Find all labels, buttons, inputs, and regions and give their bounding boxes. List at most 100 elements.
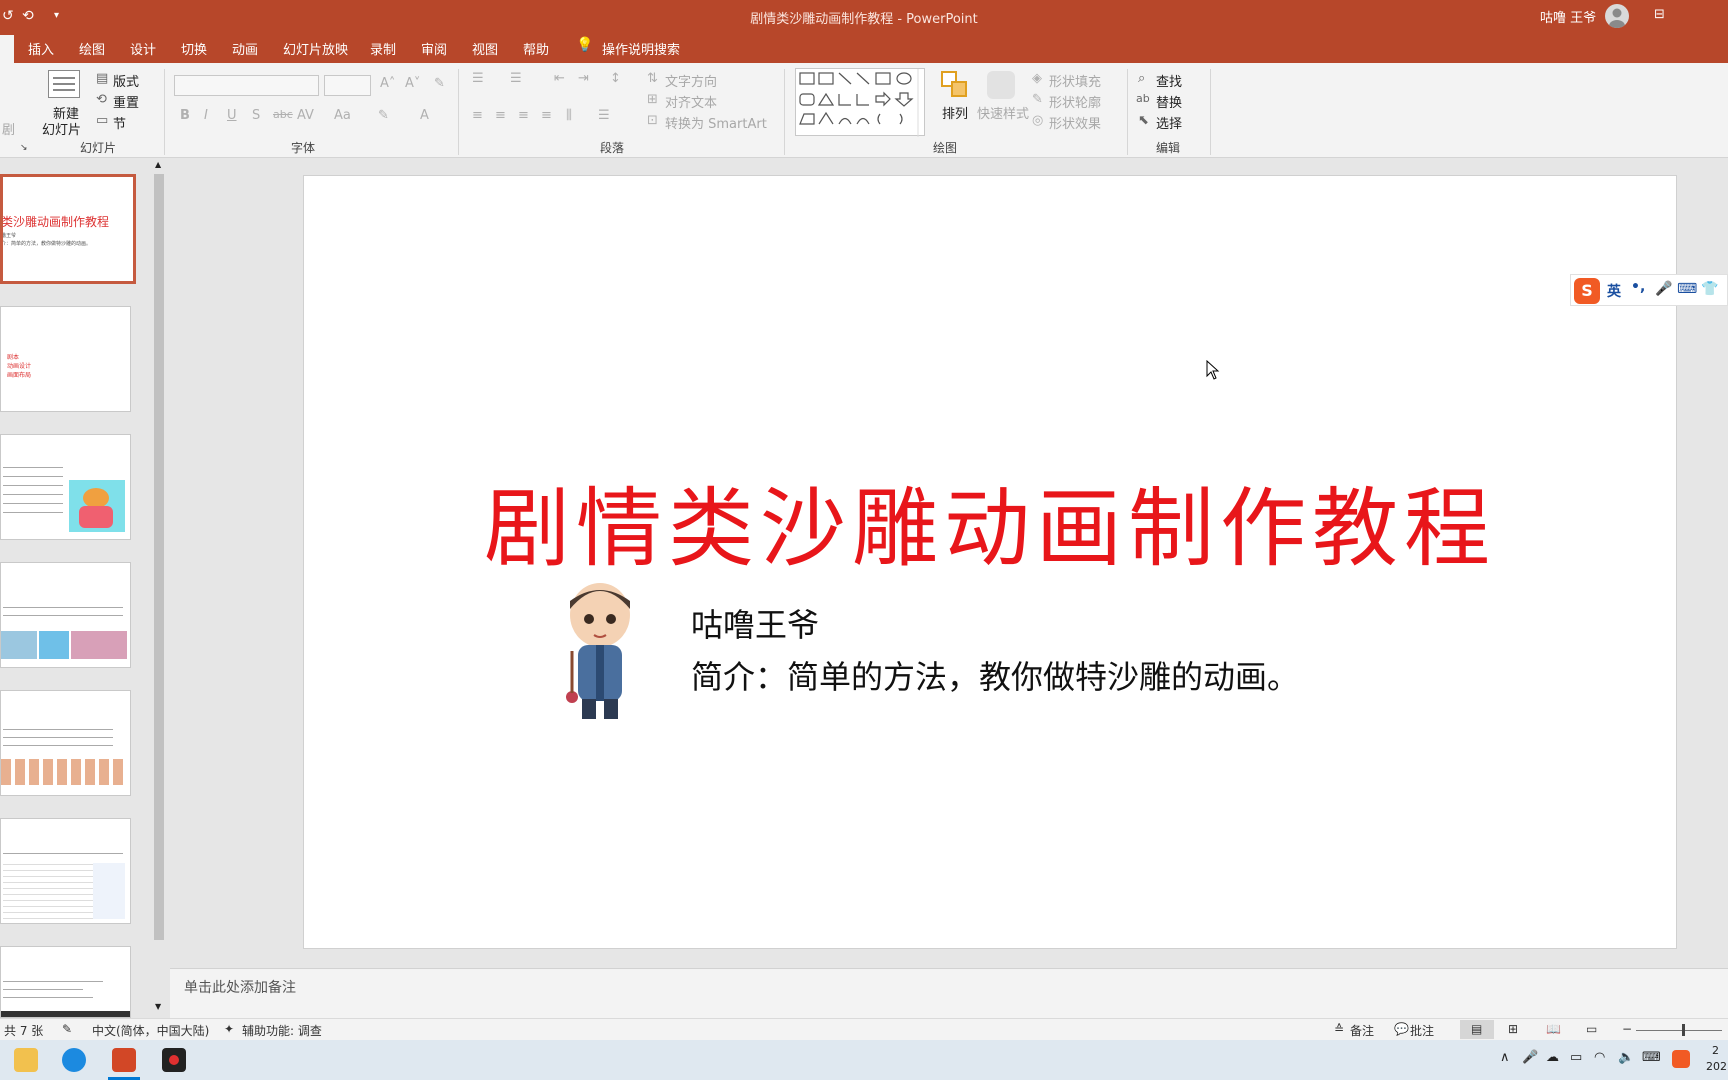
scroll-up-icon[interactable]: ▲ [155,160,161,169]
underline-button[interactable]: U [227,108,237,123]
highlight-icon[interactable]: ✎ [378,108,389,123]
keyboard-icon[interactable]: ⌨ [1677,281,1697,297]
sogou-logo-icon[interactable]: S [1574,278,1600,304]
notes-pane[interactable]: 单击此处添加备注 [170,968,1728,1018]
ime-punctuation-toggle[interactable]: •, [1631,279,1645,295]
font-family-dropdown[interactable] [174,75,319,96]
zoom-slider-thumb[interactable] [1682,1024,1685,1036]
decrease-font-icon[interactable]: A˅ [405,76,420,91]
align-left-icon[interactable]: ≡ [472,108,483,123]
text-direction-button[interactable]: 文字方向 [665,71,717,90]
notes-toggle-button[interactable]: 备注 [1350,1022,1374,1039]
tab-view[interactable]: 视图 [472,39,498,58]
new-slide-icon[interactable] [48,70,80,98]
tell-me-search[interactable]: 操作说明搜索 [602,39,680,58]
skin-icon[interactable]: 👕 [1701,281,1718,297]
section-button[interactable]: 节 [113,113,126,132]
arrange-button[interactable]: 排列 [942,103,968,122]
shape-outline-button[interactable]: 形状轮廓 [1049,92,1101,111]
line-spacing-icon[interactable]: ↕ [610,71,621,86]
battery-icon[interactable]: ▭ [1570,1050,1582,1065]
slide-thumbnail-6[interactable] [0,818,131,924]
slide-author[interactable]: 咕噜王爷 [691,600,819,646]
spelling-check-icon[interactable]: ✎ [62,1022,72,1036]
slide-description[interactable]: 简介：简单的方法，教你做特沙雕的动画。 [691,652,1299,698]
shape-effects-button[interactable]: 形状效果 [1049,113,1101,132]
edge-browser-icon[interactable] [62,1048,86,1072]
sogou-tray-icon[interactable] [1672,1050,1690,1068]
comments-button[interactable]: 批注 [1410,1022,1434,1039]
strikethrough-button[interactable]: abc [273,108,293,121]
distribute-icon[interactable]: ⫼ [566,108,572,123]
clock-time[interactable]: 2 [1712,1044,1719,1057]
wifi-icon[interactable]: ◠ [1594,1050,1605,1065]
tab-insert[interactable]: 插入 [28,39,54,58]
tab-draw[interactable]: 绘图 [79,39,105,58]
tab-home-edge[interactable] [0,35,14,63]
change-case-button[interactable]: Aa [334,108,351,123]
shape-fill-button[interactable]: 形状填充 [1049,71,1101,90]
slide-thumbnail-5[interactable] [0,690,131,796]
convert-smartart-button[interactable]: 转换为 SmartArt [665,113,767,132]
tab-animations[interactable]: 动画 [232,39,258,58]
slide-sorter-icon[interactable]: ⊞ [1508,1022,1518,1036]
zoom-slider[interactable] [1636,1030,1722,1031]
accessibility-status[interactable]: 辅助功能: 调查 [242,1022,322,1039]
reset-button[interactable]: 重置 [113,92,139,111]
screen-recorder-icon[interactable] [162,1048,186,1072]
tab-transitions[interactable]: 切换 [181,39,207,58]
layout-button[interactable]: 版式 [113,71,139,90]
clock-date[interactable]: 202 [1706,1060,1727,1073]
microphone-icon[interactable]: 🎤 [1655,281,1672,297]
avatar[interactable] [1605,4,1629,28]
tab-review[interactable]: 审阅 [421,39,447,58]
input-method-tray-icon[interactable]: ⌨ [1642,1050,1661,1065]
volume-icon[interactable]: 🔈 [1618,1050,1634,1065]
font-size-dropdown[interactable] [324,75,371,96]
character-spacing-button[interactable]: AV [297,108,314,123]
microphone-tray-icon[interactable]: 🎤 [1522,1050,1538,1065]
columns-icon[interactable]: ☰ [598,108,610,123]
slide-thumbnail-7[interactable] [0,946,131,1018]
ime-toolbar[interactable]: S 英 •, 🎤 ⌨ 👕 [1570,274,1728,306]
file-explorer-icon[interactable] [14,1048,38,1072]
show-hidden-icons-icon[interactable]: ∧ [1500,1050,1510,1065]
slide-thumbnail-4[interactable] [0,562,131,668]
replace-button[interactable]: 替换 [1156,92,1182,111]
increase-indent-icon[interactable]: ⇥ [578,71,589,86]
language-status[interactable]: 中文(简体，中国大陆) [92,1022,209,1039]
slide-thumbnail-2[interactable]: 剧本 动画设计 画面布局 [0,306,131,412]
font-color-button[interactable]: A [420,108,429,123]
tab-design[interactable]: 设计 [130,39,156,58]
zoom-out-icon[interactable]: − [1622,1022,1632,1036]
user-name[interactable]: 咕噜 王爷 [1540,7,1596,26]
thumbnail-scrollbar[interactable]: ▲ ▼ [151,158,167,1018]
increase-font-icon[interactable]: A˄ [380,76,395,91]
reading-view-icon[interactable]: 📖 [1546,1022,1561,1036]
ime-language-toggle[interactable]: 英 [1607,281,1621,301]
shapes-gallery[interactable] [795,68,925,137]
slide-thumbnail-1[interactable]: 类沙雕动画制作教程 噜王爷 介：简单的方法，教你做特沙雕的动画。 [0,174,136,284]
justify-icon[interactable]: ≡ [541,108,552,123]
clear-format-icon[interactable]: ✎ [434,76,445,91]
align-center-icon[interactable]: ≡ [495,108,506,123]
select-button[interactable]: 选择 [1156,113,1182,132]
align-right-icon[interactable]: ≡ [518,108,529,123]
decrease-indent-icon[interactable]: ⇤ [554,71,565,86]
italic-button[interactable]: I [204,108,208,123]
dialog-launcher-icon[interactable]: ↘ [20,143,28,153]
shadow-button[interactable]: S [252,108,260,123]
ribbon-display-options-icon[interactable]: ⊟ [1654,7,1665,22]
slideshow-view-icon[interactable]: ▭ [1586,1022,1597,1036]
new-slide-button-label[interactable]: 幻灯片 [42,119,81,138]
numbering-icon[interactable]: ☰ [510,71,522,86]
onedrive-icon[interactable]: ☁ [1546,1050,1559,1065]
tab-help[interactable]: 帮助 [523,39,549,58]
slide-title[interactable]: 剧情类沙雕动画制作教程 [304,458,1676,583]
tab-record[interactable]: 录制 [370,39,396,58]
tab-slideshow[interactable]: 幻灯片放映 [283,39,348,58]
powerpoint-taskbar-icon[interactable] [112,1048,136,1072]
scrollbar-thumb[interactable] [154,174,164,940]
notes-placeholder[interactable]: 单击此处添加备注 [184,977,296,997]
character-illustration[interactable] [560,579,640,725]
